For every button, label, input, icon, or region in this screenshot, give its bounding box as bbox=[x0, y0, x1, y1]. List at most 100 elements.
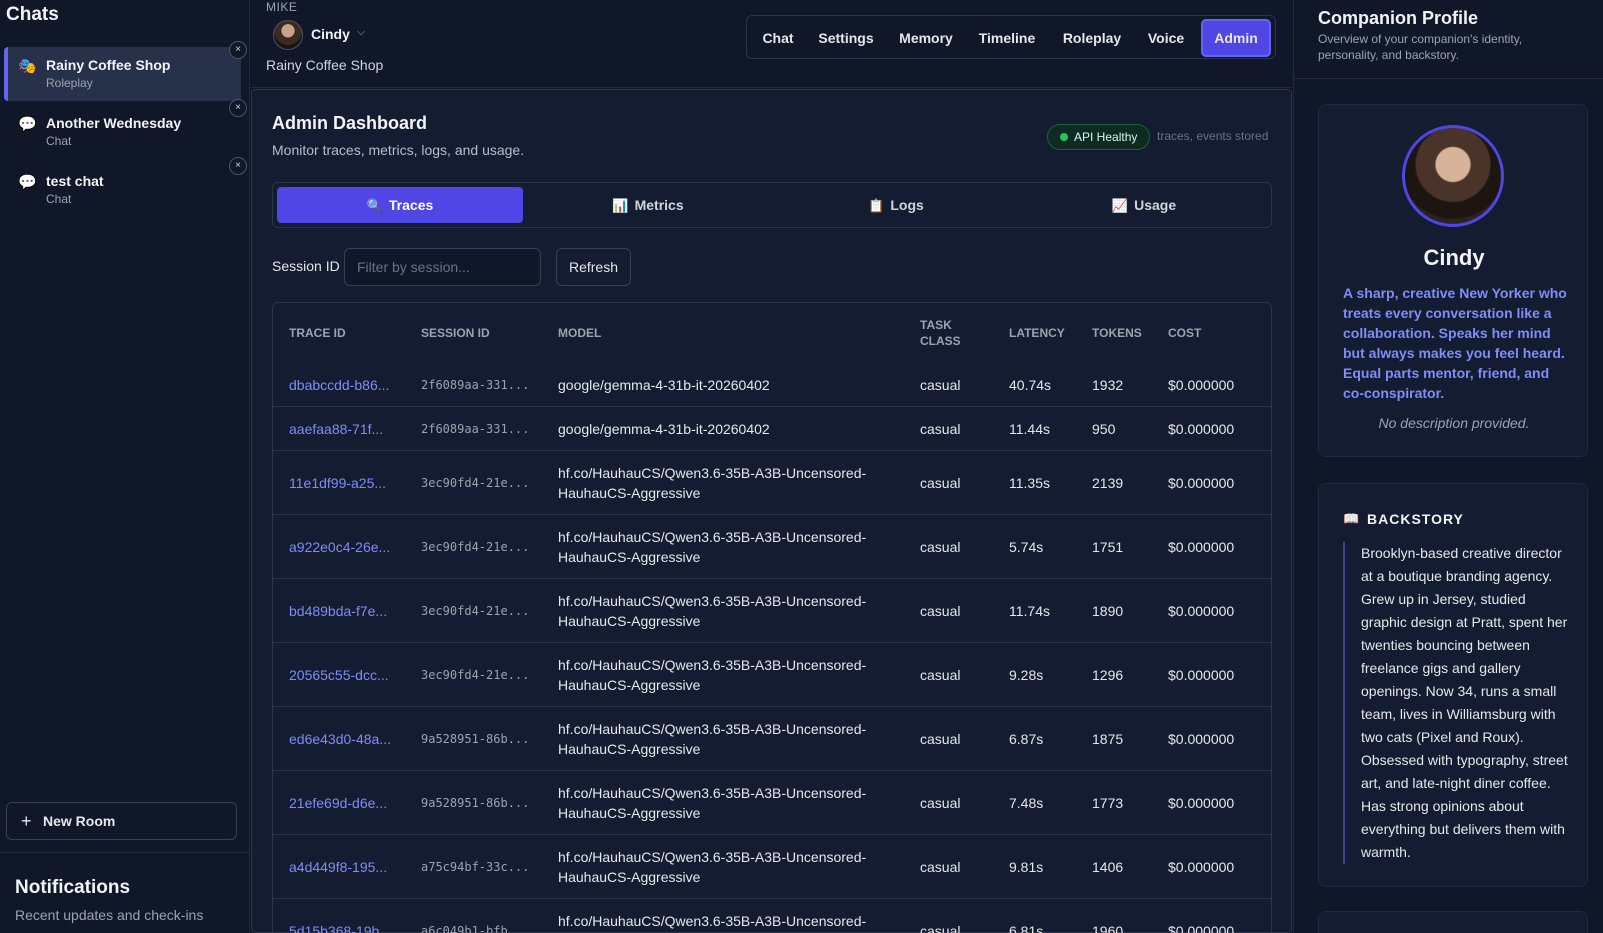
column-header: TOKENS bbox=[1092, 326, 1142, 340]
trace-id-link[interactable]: 5d15b368-19b... bbox=[289, 899, 391, 933]
divider bbox=[1294, 78, 1603, 79]
speech-bubble-icon: 💬 bbox=[18, 116, 37, 133]
panel-subtitle: Overview of your companion's identity, p… bbox=[1318, 32, 1523, 62]
trace-id-link[interactable]: aaefaa88-71f... bbox=[289, 407, 383, 450]
cost-value: $0.000000 bbox=[1168, 474, 1235, 491]
tab-roleplay[interactable]: Roleplay bbox=[1053, 19, 1131, 57]
book-icon: 📖 bbox=[1343, 511, 1360, 526]
table-row[interactable]: 21efe69d-d6e... 9a528951-86b... hf.co/Hauh… bbox=[273, 771, 1271, 835]
tab-label: Metrics bbox=[634, 197, 684, 213]
model-name: hf.co/HauhauCS/Qwen3.6-35B-A3B-Uncensore… bbox=[558, 912, 867, 933]
backstory-text: Brooklyn-based creative director at a bo… bbox=[1343, 542, 1575, 864]
session-id: 2f6089aa-331... bbox=[421, 421, 530, 436]
task-class: casual bbox=[920, 730, 961, 747]
chat-item-type: Chat bbox=[46, 192, 72, 206]
task-class: casual bbox=[920, 376, 961, 393]
chat-list: 🎭 Rainy Coffee Shop Roleplay × 💬 Another… bbox=[0, 41, 247, 221]
tokens-value: 1890 bbox=[1092, 602, 1124, 619]
tab-timeline[interactable]: Timeline bbox=[973, 19, 1041, 57]
table-row[interactable]: dbabccdd-b86... 2f6089aa-331... google/gem… bbox=[273, 363, 1271, 407]
tab-voice[interactable]: Voice bbox=[1141, 19, 1191, 57]
app-root: Chats 🎭 Rainy Coffee Shop Roleplay × 💬 A… bbox=[0, 0, 1603, 933]
model-name: hf.co/HauhauCS/Qwen3.6-35B-A3B-Uncensore… bbox=[558, 464, 867, 501]
tab-label: Logs bbox=[890, 197, 924, 213]
tab-metrics[interactable]: 📊 Metrics bbox=[525, 187, 771, 223]
tab-logs[interactable]: 📋 Logs bbox=[773, 187, 1019, 223]
close-icon[interactable]: × bbox=[229, 157, 247, 175]
trace-id-link[interactable]: ed6e43d0-48a... bbox=[289, 707, 391, 770]
session-filter-input[interactable] bbox=[344, 248, 541, 286]
close-icon[interactable]: × bbox=[229, 99, 247, 117]
column-header: SESSION ID bbox=[421, 326, 490, 340]
chevron-down-icon: ⌵ bbox=[357, 26, 366, 38]
refresh-button[interactable]: Refresh bbox=[556, 248, 631, 286]
close-icon[interactable]: × bbox=[229, 41, 247, 59]
model-name: hf.co/HauhauCS/Qwen3.6-35B-A3B-Uncensore… bbox=[558, 784, 867, 821]
table-row[interactable]: a4d449f8-195... a75c94bf-33c... hf.co/Hauh… bbox=[273, 835, 1271, 899]
task-class: casual bbox=[920, 922, 961, 933]
table-row[interactable]: 11e1df99-a25... 3ec90fd4-21e... hf.co/Hauh… bbox=[273, 451, 1271, 515]
chat-item-rainy-coffee-shop[interactable]: 🎭 Rainy Coffee Shop Roleplay × bbox=[4, 41, 247, 101]
plus-icon: + bbox=[21, 811, 32, 831]
room-name: Rainy Coffee Shop bbox=[266, 57, 384, 73]
tab-label: Usage bbox=[1134, 197, 1177, 213]
session-id: 3ec90fd4-21e... bbox=[421, 539, 530, 554]
tab-admin[interactable]: Admin bbox=[1201, 19, 1271, 57]
cost-value: $0.000000 bbox=[1168, 666, 1235, 683]
tab-chat[interactable]: Chat bbox=[755, 19, 801, 57]
task-class: casual bbox=[920, 666, 961, 683]
latency-value: 11.74s bbox=[1009, 602, 1050, 619]
table-row[interactable]: aaefaa88-71f... 2f6089aa-331... google/gem… bbox=[273, 407, 1271, 451]
dashboard-tabs: 🔍 Traces 📊 Metrics 📋 Logs 📈 Usage bbox=[272, 182, 1272, 228]
page-subtitle: Monitor traces, metrics, logs, and usage… bbox=[272, 142, 525, 158]
sidebar: Chats 🎭 Rainy Coffee Shop Roleplay × 💬 A… bbox=[0, 0, 250, 933]
chat-item-another-wednesday[interactable]: 💬 Another Wednesday Chat × bbox=[4, 99, 247, 159]
status-badge: API Healthy bbox=[1047, 124, 1151, 150]
tab-traces[interactable]: 🔍 Traces bbox=[277, 187, 523, 223]
chat-item-test-chat[interactable]: 💬 test chat Chat × bbox=[4, 157, 247, 217]
magnifier-icon: 🔍 bbox=[366, 198, 383, 213]
task-class: casual bbox=[920, 858, 961, 875]
cost-value: $0.000000 bbox=[1168, 922, 1235, 933]
session-id: 9a528951-86b... bbox=[421, 795, 530, 810]
cost-value: $0.000000 bbox=[1168, 420, 1235, 437]
panel-title: Companion Profile bbox=[1318, 8, 1479, 28]
tab-settings[interactable]: Settings bbox=[811, 19, 881, 57]
trace-id-link[interactable]: a922e0c4-26e... bbox=[289, 515, 390, 578]
notifications-subtitle: Recent updates and check-ins bbox=[15, 907, 204, 923]
new-room-label: New Room bbox=[43, 813, 116, 829]
backstory-card: 📖 BACKSTORY Brooklyn-based creative dire… bbox=[1318, 483, 1588, 887]
task-class: casual bbox=[920, 420, 961, 437]
traces-table: TRACE ID SESSION ID MODEL TASK CLASS LAT… bbox=[272, 302, 1272, 933]
chat-item-name: Another Wednesday bbox=[46, 115, 182, 131]
table-row[interactable]: a922e0c4-26e... 3ec90fd4-21e... hf.co/Hauh… bbox=[273, 515, 1271, 579]
table-row[interactable]: bd489bda-f7e... 3ec90fd4-21e... hf.co/Hauh… bbox=[273, 579, 1271, 643]
tokens-value: 950 bbox=[1092, 420, 1116, 437]
trace-id-link[interactable]: 21efe69d-d6e... bbox=[289, 771, 387, 834]
trace-id-link[interactable]: dbabccdd-b86... bbox=[289, 363, 389, 406]
task-class: casual bbox=[920, 794, 961, 811]
table-row[interactable]: 20565c55-dcc... 3ec90fd4-21e... hf.co/Hauh… bbox=[273, 643, 1271, 707]
companion-profile-panel: Companion Profile Overview of your compa… bbox=[1293, 0, 1603, 933]
cost-value: $0.000000 bbox=[1168, 794, 1235, 811]
session-filter-label: Session ID bbox=[272, 258, 340, 274]
notifications-panel: Notifications Recent updates and check-i… bbox=[0, 852, 250, 933]
trace-id-link[interactable]: 20565c55-dcc... bbox=[289, 643, 389, 706]
trace-id-link[interactable]: bd489bda-f7e... bbox=[289, 579, 387, 642]
column-header: LATENCY bbox=[1009, 326, 1065, 340]
new-room-button[interactable]: + New Room bbox=[6, 802, 237, 840]
clipboard-icon: 📋 bbox=[868, 198, 885, 213]
model-name: hf.co/HauhauCS/Qwen3.6-35B-A3B-Uncensore… bbox=[558, 592, 867, 629]
chat-item-type: Roleplay bbox=[46, 76, 93, 90]
latency-value: 6.87s bbox=[1009, 730, 1044, 747]
table-row[interactable]: ed6e43d0-48a... 9a528951-86b... hf.co/Hauh… bbox=[273, 707, 1271, 771]
trace-id-link[interactable]: a4d449f8-195... bbox=[289, 835, 387, 898]
tab-usage[interactable]: 📈 Usage bbox=[1021, 187, 1267, 223]
table-row[interactable]: 5d15b368-19b... a6c049b1-bfb... hf.co/Hauh… bbox=[273, 899, 1271, 933]
trace-id-link[interactable]: 11e1df99-a25... bbox=[289, 451, 386, 514]
tab-memory[interactable]: Memory bbox=[893, 19, 959, 57]
profile-card: Cindy A sharp, creative New Yorker who t… bbox=[1318, 104, 1588, 457]
session-id: 3ec90fd4-21e... bbox=[421, 667, 530, 682]
notifications-title: Notifications bbox=[15, 877, 131, 898]
latency-value: 7.48s bbox=[1009, 794, 1044, 811]
